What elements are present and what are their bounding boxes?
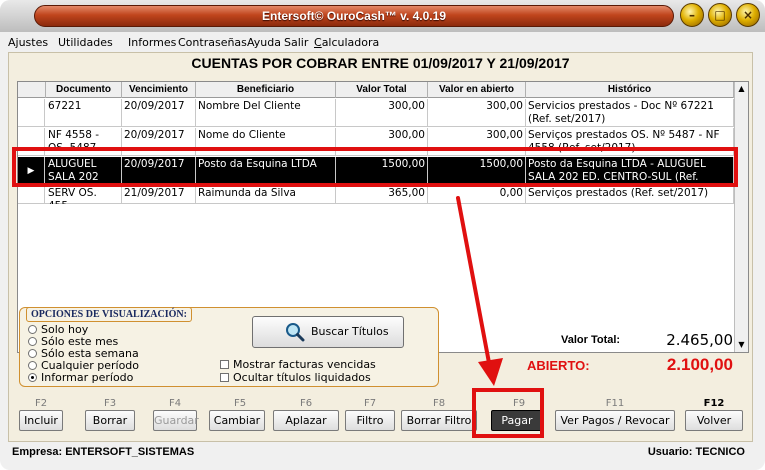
header-historico[interactable]: Histórico xyxy=(526,82,734,98)
checkbox-ocultar-liquidados[interactable]: Ocultar títulos liquidados xyxy=(220,371,371,384)
header-valor-abierto[interactable]: Valor en abierto xyxy=(428,82,526,98)
header-beneficiario[interactable]: Beneficiario xyxy=(196,82,336,98)
radio-circle[interactable] xyxy=(28,325,37,334)
fkey-label: F12 xyxy=(703,398,725,409)
radio-circle[interactable] xyxy=(28,337,37,346)
menu-bar: Ajustes Utilidades Informes Contraseñas … xyxy=(8,34,760,51)
borrar-filtro-button[interactable]: Borrar Filtro xyxy=(401,410,477,431)
aplazar-button[interactable]: Aplazar xyxy=(273,410,339,431)
open-label: ABIERTO: xyxy=(527,358,590,373)
fkey-label: F3 xyxy=(103,398,117,409)
checkbox-box[interactable] xyxy=(220,373,229,382)
scroll-up-icon[interactable]: ▲ xyxy=(735,82,748,96)
cell-valor-total: 365,00 xyxy=(336,186,428,204)
header-valor-total[interactable]: Valor Total xyxy=(336,82,428,98)
close-icon: × xyxy=(742,8,754,22)
checkbox-box[interactable] xyxy=(220,360,229,369)
cell-documento: SERV OS. 455 xyxy=(46,186,122,204)
fkey-label: F6 xyxy=(299,398,313,409)
cambiar-button[interactable]: Cambiar xyxy=(209,410,265,431)
menu-informes[interactable]: Informes xyxy=(128,34,176,51)
view-options-legend: OPCIONES DE VISUALIZACIÓN: xyxy=(26,307,192,322)
cell-historico: Serviços prestados (Ref. set/2017) xyxy=(526,186,734,204)
app-window: Entersoft© OuroCash™ v. 4.0.19 – □ × Aju… xyxy=(0,0,765,470)
cell-valor-abierto: 0,00 xyxy=(428,186,526,204)
view-options-group: OPCIONES DE VISUALIZACIÓN: Solo hoy Sólo… xyxy=(19,307,439,387)
cell-beneficiario: Raimunda da Silva xyxy=(196,186,336,204)
table-row[interactable]: 67221 20/09/2017 Nombre Del Cliente 300,… xyxy=(18,99,734,127)
cell-vencimiento: 20/09/2017 xyxy=(122,99,196,127)
search-icon xyxy=(286,323,305,342)
annotation-highlight-row xyxy=(12,147,738,187)
row-marker xyxy=(18,99,45,127)
checkbox-label: Ocultar títulos liquidados xyxy=(233,371,371,384)
maximize-button[interactable]: □ xyxy=(708,3,732,27)
open-value: 2.100,00 xyxy=(666,355,733,374)
header-marker xyxy=(18,82,46,98)
cell-vencimiento: 21/09/2017 xyxy=(122,186,196,204)
borrar-button[interactable]: Borrar xyxy=(85,410,135,431)
status-bar: Empresa: ENTERSOFT_SISTEMAS Usuario: TEC… xyxy=(8,443,753,462)
menu-utilidades[interactable]: Utilidades xyxy=(58,34,113,51)
radio-circle[interactable] xyxy=(28,349,37,358)
filtro-button[interactable]: Filtro xyxy=(345,410,395,431)
total-label: Valor Total: xyxy=(561,334,621,346)
fkey-label: F4 xyxy=(168,398,182,409)
header-documento[interactable]: Documento xyxy=(46,82,122,98)
table-header: Documento Vencimiento Beneficiario Valor… xyxy=(18,82,734,98)
cell-valor-abierto: 300,00 xyxy=(428,99,526,127)
table-scrollbar[interactable]: ▲ ▼ xyxy=(734,82,748,352)
fkey-label: F2 xyxy=(34,398,48,409)
radio-informar-periodo[interactable]: Informar período xyxy=(28,371,133,384)
main-panel: CUENTAS POR COBRAR ENTRE 01/09/2017 Y 21… xyxy=(8,52,753,442)
scroll-down-icon[interactable]: ▼ xyxy=(735,338,748,352)
status-empresa: Empresa: ENTERSOFT_SISTEMAS xyxy=(12,446,195,458)
fkey-label: F7 xyxy=(363,398,377,409)
menu-calculadora[interactable]: Calculadora xyxy=(314,34,379,51)
minimize-icon: – xyxy=(689,8,695,22)
radio-circle-checked[interactable] xyxy=(28,373,37,382)
cell-beneficiario: Nombre Del Cliente xyxy=(196,99,336,127)
checkbox-mostrar-vencidas[interactable]: Mostrar facturas vencidas xyxy=(220,358,376,371)
volver-button[interactable]: Volver xyxy=(685,410,743,431)
cell-valor-total: 300,00 xyxy=(336,99,428,127)
menu-contrasenas[interactable]: Contraseñas xyxy=(178,34,247,51)
minimize-button[interactable]: – xyxy=(680,3,704,27)
window-title: Entersoft© OuroCash™ v. 4.0.19 xyxy=(34,5,674,27)
fkey-label: F8 xyxy=(432,398,446,409)
cell-documento: 67221 xyxy=(46,99,122,127)
fkey-label: F11 xyxy=(605,398,625,409)
search-titles-button[interactable]: Buscar Títulos xyxy=(252,316,404,348)
function-key-row: F2 F3 F4 F5 F6 F7 F8 F9 F11 F12 xyxy=(19,397,747,410)
search-titles-label: Buscar Títulos xyxy=(311,325,389,338)
checkbox-label: Mostrar facturas vencidas xyxy=(233,358,376,371)
header-vencimiento[interactable]: Vencimiento xyxy=(122,82,196,98)
radio-circle[interactable] xyxy=(28,361,37,370)
status-usuario: Usuario: TECNICO xyxy=(647,446,745,458)
menu-salir[interactable]: Salir xyxy=(284,34,308,51)
guardar-button[interactable]: Guardar xyxy=(153,410,199,431)
menu-ajustes[interactable]: Ajustes xyxy=(8,34,48,51)
radio-label: Informar período xyxy=(41,371,134,384)
annotation-highlight-pagar xyxy=(472,388,544,438)
ver-pagos-revocar-button[interactable]: Ver Pagos / Revocar xyxy=(555,410,675,431)
fkey-label: F5 xyxy=(233,398,247,409)
total-value: 2.465,00 xyxy=(666,331,733,349)
title-bar[interactable]: Entersoft© OuroCash™ v. 4.0.19 – □ × xyxy=(0,0,765,32)
close-button[interactable]: × xyxy=(736,3,760,27)
menu-ayuda[interactable]: Ayuda xyxy=(247,34,281,51)
cell-historico: Servicios prestados - Doc Nº 67221 (Ref.… xyxy=(526,99,734,127)
table-row[interactable]: SERV OS. 455 21/09/2017 Raimunda da Silv… xyxy=(18,186,734,204)
row-marker xyxy=(18,186,45,204)
incluir-button[interactable]: Incluir xyxy=(19,410,63,431)
page-title: CUENTAS POR COBRAR ENTRE 01/09/2017 Y 21… xyxy=(191,55,570,71)
maximize-icon: □ xyxy=(714,8,726,22)
